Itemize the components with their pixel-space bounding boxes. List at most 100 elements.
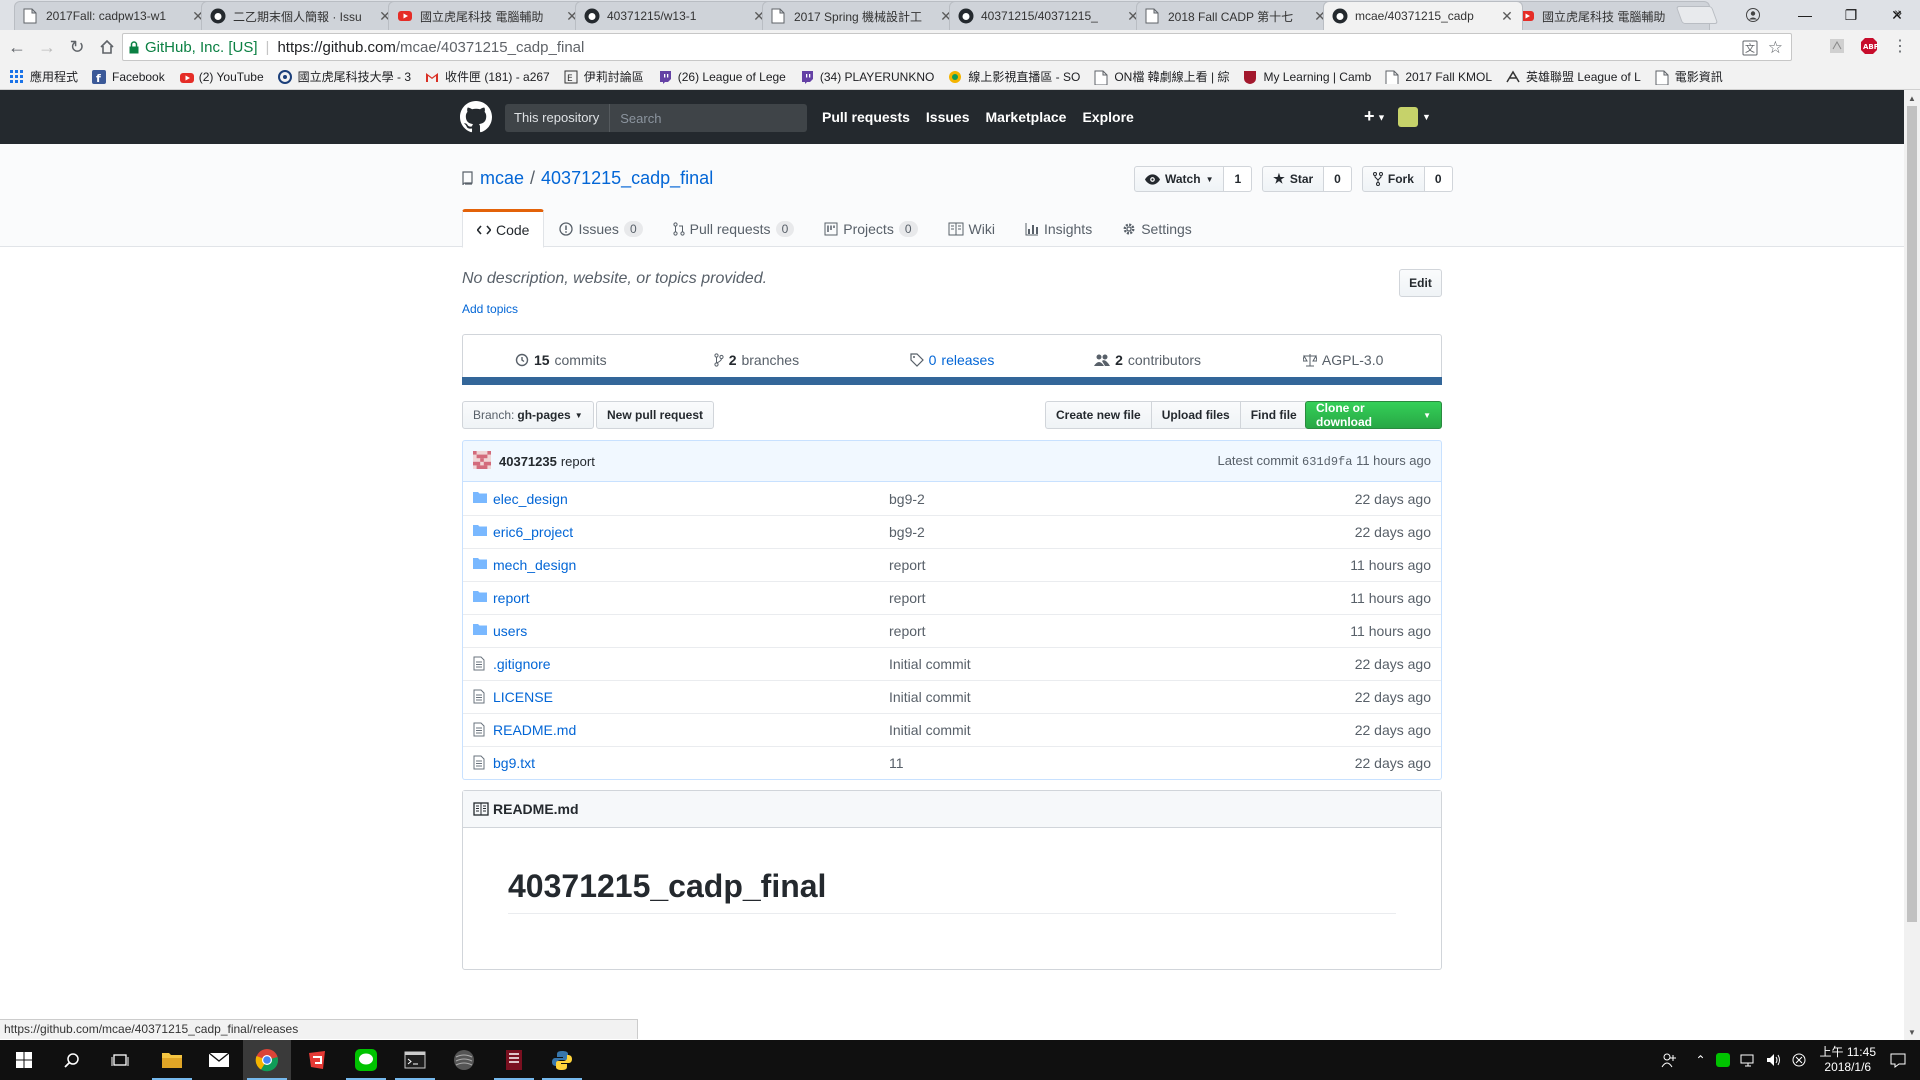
nav-pull-requests[interactable]: Pull requests [822, 109, 910, 125]
clone-download-button[interactable]: Clone or download ▼ [1305, 401, 1442, 429]
forward-button[interactable]: → [34, 34, 60, 60]
minimize-button[interactable]: — [1782, 0, 1828, 30]
bookmark-item[interactable]: 收件匣 (181) - a267 [425, 68, 550, 85]
file-name-link[interactable]: users [493, 623, 889, 639]
action-center-icon[interactable] [1890, 1052, 1906, 1068]
repo-search[interactable]: This repository Search [505, 104, 807, 132]
close-icon[interactable]: ✕ [1500, 9, 1514, 23]
address-bar[interactable]: GitHub, Inc. [US] | https://github.com/m… [122, 33, 1792, 61]
tab-insights[interactable]: Insights [1010, 209, 1107, 247]
star-count[interactable]: 0 [1324, 166, 1352, 192]
file-name-link[interactable]: .gitignore [493, 656, 889, 672]
author-avatar[interactable] [473, 451, 493, 471]
tab-code[interactable]: Code [462, 209, 545, 248]
garena-icon[interactable] [293, 1040, 341, 1080]
browser-tab[interactable]: mcae/40371215_cadp ✕ [1323, 1, 1523, 30]
file-commit-message[interactable]: 11 [889, 755, 1355, 771]
input-method-icon[interactable] [1792, 1053, 1806, 1067]
file-name-link[interactable]: LICENSE [493, 689, 889, 705]
browser-tab[interactable]: 40371215/40371215_ ✕ [949, 1, 1149, 30]
star-button[interactable]: ★ Star [1262, 166, 1325, 192]
file-name-link[interactable]: bg9.txt [493, 755, 889, 771]
fork-button[interactable]: Fork [1361, 166, 1425, 192]
line-icon[interactable] [342, 1040, 390, 1080]
edit-description-button[interactable]: Edit [1399, 269, 1442, 297]
browser-tab[interactable]: 40371215/w13-1 ✕ [575, 1, 775, 30]
find-file-button[interactable]: Find file [1239, 401, 1308, 429]
chrome-menu-icon[interactable]: ⋮ [1892, 36, 1908, 56]
commit-author-link[interactable]: 40371235 [499, 454, 557, 469]
bookmark-item[interactable]: (34) PLAYERUNKNO [800, 70, 934, 84]
new-tab-button[interactable] [1675, 6, 1719, 24]
file-commit-message[interactable]: Initial commit [889, 722, 1355, 738]
browser-tab[interactable]: 二乙期末個人簡報 · Issu ✕ [201, 1, 401, 30]
bookmark-item[interactable]: (26) League of Lege [658, 70, 786, 84]
upload-files-button[interactable]: Upload files [1150, 401, 1240, 429]
file-commit-message[interactable]: bg9-2 [889, 524, 1355, 540]
tab-projects[interactable]: Projects 0 [809, 209, 932, 247]
home-button[interactable] [94, 34, 120, 60]
python-icon[interactable] [538, 1040, 586, 1080]
branch-select-button[interactable]: Branch: gh-pages ▼ [462, 401, 594, 429]
github-logo-icon[interactable] [460, 101, 492, 133]
terminal-icon[interactable] [391, 1040, 439, 1080]
bookmark-item[interactable]: 電影資訊 [1655, 68, 1723, 85]
file-name-link[interactable]: mech_design [493, 557, 889, 573]
start-icon[interactable] [0, 1040, 48, 1080]
file-explorer-icon[interactable] [148, 1040, 196, 1080]
fork-count[interactable]: 0 [1424, 166, 1453, 192]
bookmark-item[interactable]: 國立虎尾科技大學 - 3 [277, 68, 411, 85]
people-icon[interactable] [1661, 1052, 1677, 1068]
watch-button[interactable]: Watch ▼ [1134, 166, 1225, 192]
scroll-up-icon[interactable]: ▲ [1904, 90, 1920, 106]
repo-owner-link[interactable]: mcae [480, 168, 524, 189]
new-pull-request-button[interactable]: New pull request [596, 401, 715, 429]
file-commit-message[interactable]: Initial commit [889, 689, 1355, 705]
commit-sha-link[interactable]: 631d9fa [1302, 455, 1352, 469]
bookmark-item[interactable]: 應用程式 [10, 68, 78, 85]
branches-link[interactable]: 2 branches [659, 352, 855, 368]
license-link[interactable]: AGPL-3.0 [1245, 352, 1441, 368]
task-view-icon[interactable] [96, 1040, 144, 1080]
bookmark-item[interactable]: 2017 Fall KMOL [1385, 70, 1492, 84]
page-scrollbar[interactable]: ▲ ▼ [1904, 90, 1920, 1040]
bookmark-item[interactable]: 線上影視直播區 - SO [948, 68, 1080, 85]
bookmark-item[interactable]: E 伊莉討論區 [564, 68, 644, 85]
file-name-link[interactable]: eric6_project [493, 524, 889, 540]
search-icon[interactable] [48, 1040, 96, 1080]
browser-tab[interactable]: 2017 Spring 機械設計工 ✕ [762, 1, 962, 30]
file-name-link[interactable]: report [493, 590, 889, 606]
bookmark-item[interactable]: ON檔 韓劇線上看 | 綜 [1094, 68, 1229, 85]
taskbar-clock[interactable]: 上午 11:45 2018/1/6 [1820, 1045, 1876, 1075]
nav-explore[interactable]: Explore [1082, 109, 1133, 125]
reload-button[interactable]: ↻ [64, 34, 90, 60]
file-commit-message[interactable]: report [889, 590, 1350, 606]
file-commit-message[interactable]: Initial commit [889, 656, 1355, 672]
browser-tab[interactable]: 國立虎尾科技 電腦輔助✕ [388, 1, 588, 30]
repo-name-link[interactable]: 40371215_cadp_final [541, 168, 713, 189]
file-commit-message[interactable]: report [889, 557, 1350, 573]
search-input[interactable]: Search [610, 111, 661, 126]
tab-issues[interactable]: Issues 0 [544, 209, 657, 247]
scroll-thumb[interactable] [1907, 106, 1917, 922]
file-commit-message[interactable]: bg9-2 [889, 491, 1355, 507]
file-name-link[interactable]: README.md [493, 722, 889, 738]
tab-pull-requests[interactable]: Pull requests 0 [658, 209, 810, 247]
tray-overflow-icon[interactable]: ⌃ [1695, 1053, 1705, 1067]
extension-icon[interactable] [1828, 37, 1846, 55]
tab-wiki[interactable]: Wiki [933, 209, 1010, 247]
profile-icon[interactable] [1738, 0, 1768, 30]
add-topics-link[interactable]: Add topics [462, 302, 1442, 316]
mail-icon[interactable] [195, 1040, 243, 1080]
nav-issues[interactable]: Issues [926, 109, 970, 125]
line-tray-icon[interactable] [1715, 1053, 1730, 1067]
file-commit-message[interactable]: report [889, 623, 1350, 639]
file-name-link[interactable]: elec_design [493, 491, 889, 507]
translate-icon[interactable]: 文 [1742, 40, 1758, 56]
game-icon[interactable] [490, 1040, 538, 1080]
bookmark-item[interactable]: f Facebook [92, 69, 165, 84]
app-icon[interactable] [440, 1040, 488, 1080]
create-new-dropdown[interactable]: + ▼ [1364, 106, 1386, 127]
browser-tab[interactable]: 2018 Fall CADP 第十七 ✕ [1136, 1, 1336, 30]
create-new-file-button[interactable]: Create new file [1045, 401, 1151, 429]
